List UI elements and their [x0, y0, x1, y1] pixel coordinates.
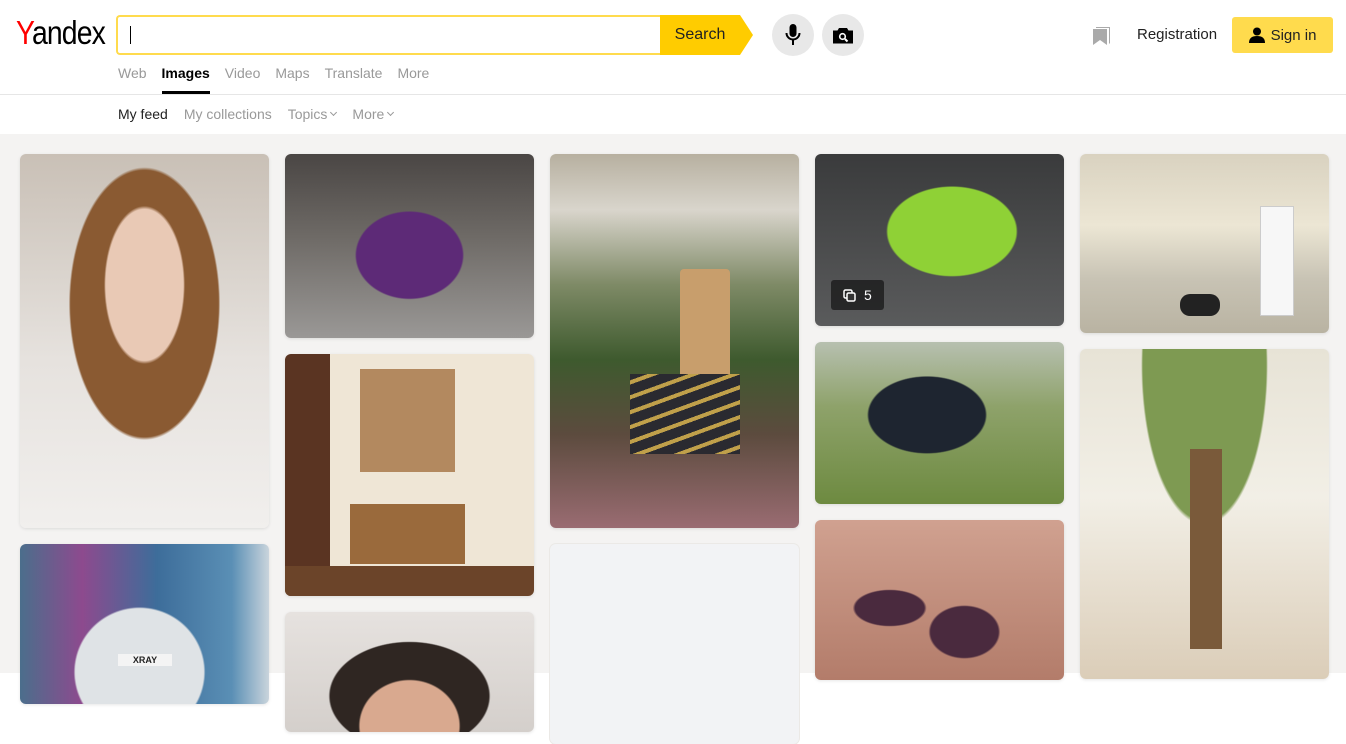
- images-subnav: My feed My collections Topics More: [0, 95, 1346, 134]
- image-card[interactable]: [1080, 154, 1329, 333]
- gallery-count-badge: 5: [831, 280, 884, 310]
- image-feed: XRAY 5: [0, 134, 1346, 744]
- registration-link[interactable]: Registration: [1137, 26, 1217, 43]
- collections-button[interactable]: [1092, 25, 1112, 50]
- chevron-down-icon: [330, 108, 338, 117]
- search-bar: Search: [116, 15, 753, 55]
- microphone-icon: [785, 24, 801, 45]
- nav-maps[interactable]: Maps: [275, 65, 309, 94]
- image-card[interactable]: [1080, 349, 1329, 679]
- image-card[interactable]: [815, 520, 1064, 680]
- image-card[interactable]: 5: [815, 154, 1064, 326]
- service-nav: Web Images Video Maps Translate More: [118, 65, 444, 94]
- voice-search-button[interactable]: [772, 14, 814, 56]
- sign-in-button[interactable]: Sign in: [1232, 17, 1333, 53]
- subnav-my-feed[interactable]: My feed: [118, 106, 168, 122]
- image-card[interactable]: [20, 154, 269, 528]
- image-search-button[interactable]: [822, 14, 864, 56]
- image-card[interactable]: [815, 342, 1064, 504]
- chevron-down-icon: [387, 108, 395, 117]
- text-caret: [130, 26, 131, 44]
- nav-translate[interactable]: Translate: [325, 65, 383, 94]
- search-button[interactable]: Search: [660, 15, 740, 55]
- nav-images[interactable]: Images: [161, 65, 211, 94]
- image-card[interactable]: [285, 612, 534, 732]
- user-icon: [1248, 27, 1265, 43]
- subnav-more[interactable]: More: [352, 106, 395, 122]
- license-plate: XRAY: [118, 654, 172, 666]
- search-input-container: [116, 15, 662, 55]
- sign-in-label: Sign in: [1270, 26, 1317, 44]
- subnav-topics[interactable]: Topics: [288, 106, 338, 122]
- image-card[interactable]: [285, 154, 534, 338]
- image-card[interactable]: XRAY: [20, 544, 269, 704]
- nav-video[interactable]: Video: [225, 65, 261, 94]
- header: Yandex Search Web Images Video Maps Tran…: [0, 0, 1346, 95]
- search-button-arrow: [740, 15, 753, 55]
- gallery-icon: [843, 288, 856, 302]
- image-card[interactable]: [550, 154, 799, 528]
- gallery-count: 5: [864, 287, 872, 303]
- image-card-placeholder[interactable]: [550, 544, 799, 744]
- search-input[interactable]: [118, 17, 662, 53]
- subnav-my-collections[interactable]: My collections: [184, 106, 272, 122]
- nav-web[interactable]: Web: [118, 65, 147, 94]
- nav-more[interactable]: More: [397, 65, 429, 94]
- image-card[interactable]: [285, 354, 534, 596]
- yandex-logo[interactable]: Yandex: [16, 14, 106, 52]
- bookmark-icon: [1093, 27, 1110, 45]
- camera-icon: [833, 27, 853, 43]
